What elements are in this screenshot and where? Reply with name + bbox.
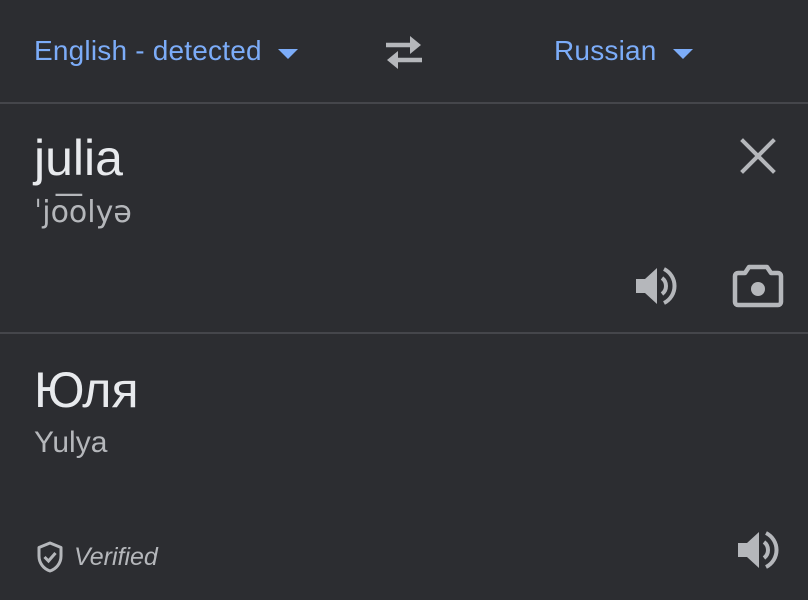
verified-label: Verified: [74, 542, 158, 571]
divider: [0, 332, 808, 334]
target-language-label: Russian: [554, 35, 657, 66]
close-icon: [740, 138, 776, 174]
speaker-icon: [738, 531, 779, 569]
translation-transliteration: Yulya: [34, 426, 108, 459]
clear-text-button[interactable]: [736, 134, 780, 178]
divider: [0, 102, 808, 104]
shield-check-icon: [37, 541, 63, 573]
target-language-selector[interactable]: Russian: [554, 30, 693, 72]
swap-languages-button[interactable]: [378, 30, 430, 72]
camera-button[interactable]: [732, 262, 784, 310]
caret-down-icon: [277, 49, 298, 59]
translation-text: Юля: [34, 362, 139, 418]
verified-badge[interactable]: Verified: [36, 538, 158, 576]
source-text[interactable]: julia: [34, 128, 123, 188]
source-listen-button[interactable]: [632, 262, 680, 310]
source-language-label: English - detected: [34, 35, 262, 66]
language-bar: English - detected Russian: [0, 0, 808, 103]
speaker-icon: [636, 267, 677, 305]
translation-listen-button[interactable]: [734, 526, 782, 574]
swap-arrows-icon: [386, 36, 422, 69]
source-language-selector[interactable]: English - detected: [34, 30, 298, 72]
camera-icon: [732, 264, 784, 308]
source-phonetic: ˈjo͞olyə: [34, 195, 132, 230]
caret-down-icon: [672, 49, 693, 59]
